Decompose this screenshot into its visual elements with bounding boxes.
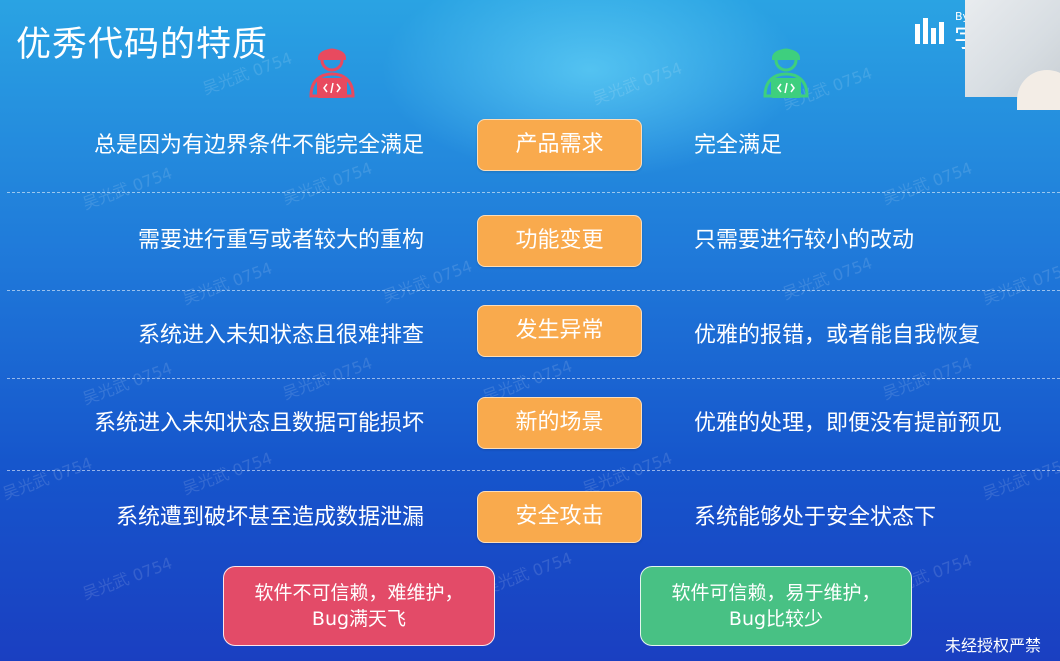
comparison-row: 系统进入未知状态且数据可能损坏 新的场景 优雅的处理，即便没有提前预见 [0,377,1060,470]
comparison-row: 需要进行重写或者较大的重构 功能变更 只需要进行较小的改动 [0,194,1060,287]
comparison-row: 系统遭到破坏甚至造成数据泄漏 安全攻击 系统能够处于安全状态下 [0,471,1060,564]
row-bad-outcome: 系统进入未知状态且数据可能损坏 [93,411,424,436]
row-good-outcome: 完全满足 [694,133,783,158]
verdict-bad-box: 软件不可信赖，难维护， Bug满天飞 [223,566,495,646]
verdict-bad-line1: 软件不可信赖，难维护， [254,582,464,604]
row-bad-outcome: 总是因为有边界条件不能完全满足 [93,133,424,158]
row-bad-outcome: 系统进入未知状态且很难排查 [137,323,424,348]
row-good-outcome: 优雅的报错，或者能自我恢复 [694,323,981,348]
scenario-pill: 新的场景 [477,397,642,449]
row-bad-outcome: 需要进行重写或者较大的重构 [137,228,424,253]
slide-title: 优秀代码的特质 [16,25,269,65]
scenario-pill: 产品需求 [477,119,642,171]
row-bad-outcome: 系统遭到破坏甚至造成数据泄漏 [115,505,424,530]
footer-notice: 未经授权严禁 [945,636,1042,655]
verdict-good-line1: 软件可信赖，易于维护， [671,582,881,604]
row-good-outcome: 优雅的处理，即便没有提前预见 [694,411,1003,436]
scenario-pill: 发生异常 [477,305,642,357]
scenario-pill: 功能变更 [477,215,642,267]
webcam-overlay [965,0,1060,110]
row-good-outcome: 系统能够处于安全状态下 [694,505,937,530]
dashed-divider [7,192,1060,193]
comparison-row: 系统进入未知状态且很难排查 发生异常 优雅的报错，或者能自我恢复 [0,289,1060,382]
developer-laptop-icon-red [309,48,355,98]
verdict-bad-line2: Bug满天飞 [311,608,407,630]
verdict-good-line2: Bug比较少 [728,608,824,630]
row-good-outcome: 只需要进行较小的改动 [694,228,915,253]
verdict-good-box: 软件可信赖，易于维护， Bug比较少 [640,566,912,646]
comparison-row: 总是因为有边界条件不能完全满足 产品需求 完全满足 [0,99,1060,192]
scenario-pill: 安全攻击 [477,491,642,543]
developer-laptop-icon-green [763,48,809,98]
